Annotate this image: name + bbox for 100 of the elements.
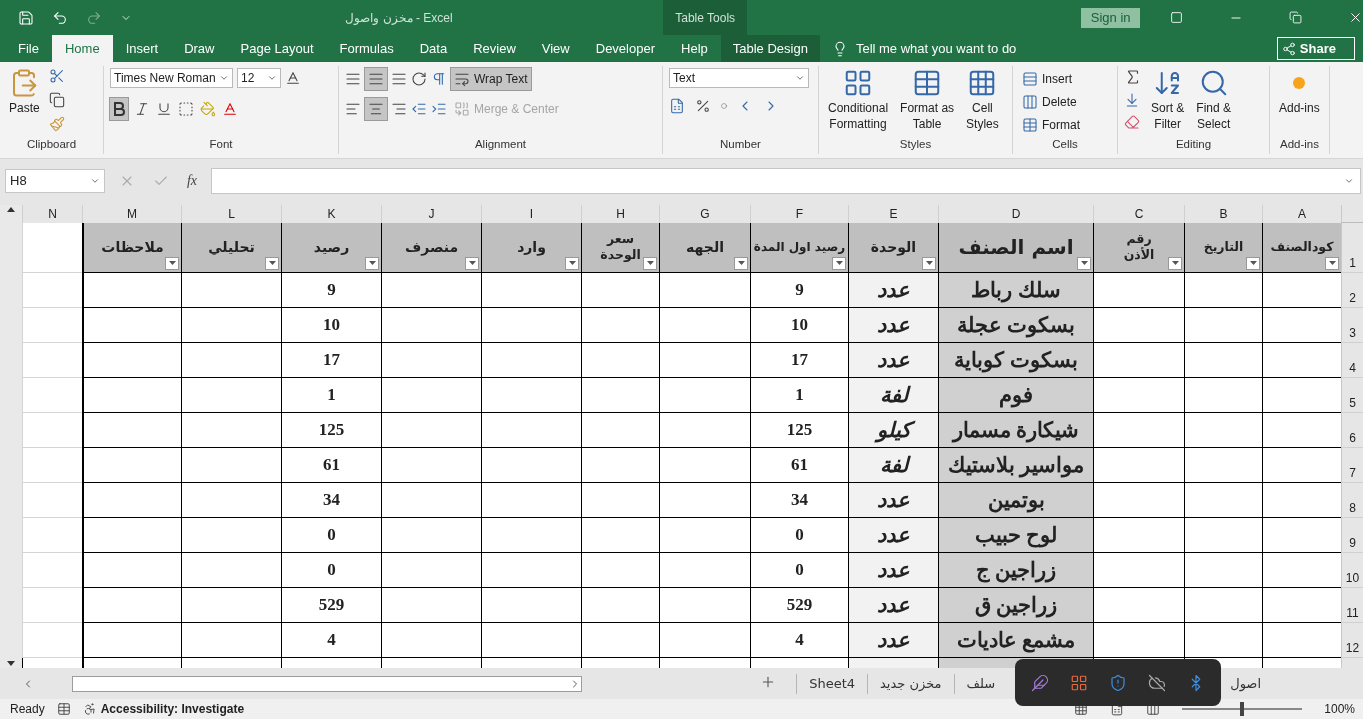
increase-indent-icon[interactable] [431,101,447,117]
row-header[interactable]: 12 [1341,622,1363,658]
column-header[interactable]: J [381,204,481,223]
cut-icon[interactable] [48,68,65,84]
filter-button[interactable] [265,256,279,270]
fill-icon[interactable] [1124,92,1140,108]
ribbon-tab[interactable]: Developer [582,35,668,62]
column-header[interactable]: I [481,204,581,223]
center-button[interactable] [365,98,387,120]
row-header[interactable]: 2 [1341,272,1363,308]
column-header[interactable]: E [848,204,938,223]
filter-button[interactable] [565,256,579,270]
zoom-thumb[interactable] [1240,702,1245,716]
row-header[interactable]: 10 [1341,552,1363,588]
filter-button[interactable] [165,256,179,270]
sheet-tab[interactable]: Sheet4 [796,673,867,694]
filter-button[interactable] [465,256,479,270]
filter-button[interactable] [643,256,657,270]
sign-in-button[interactable]: Sign in [1081,7,1140,28]
text-direction-icon[interactable] [431,71,447,87]
sheet-tab[interactable]: مخزن جديد [867,673,954,694]
column-header[interactable]: D [938,204,1093,223]
ribbon-tab[interactable]: Page Layout [227,35,327,62]
styles-button[interactable]: Conditional Formatting [825,68,892,132]
filter-button[interactable] [832,256,846,270]
row-header[interactable]: 5 [1341,377,1363,413]
accessibility-status[interactable]: Accessibility: Investigate [100,702,245,716]
ribbon-tab[interactable]: Data [406,35,461,62]
filter-button[interactable] [734,256,748,270]
copy-icon[interactable] [48,92,65,108]
ribbon-tab[interactable]: Help [668,35,721,62]
editing-button[interactable]: Find & Select [1193,68,1235,132]
row-header[interactable]: 6 [1341,412,1363,448]
zoom-level[interactable]: 100% [1324,702,1355,716]
column-header[interactable]: G [659,204,750,223]
save-icon[interactable] [18,9,34,26]
middle-align-button[interactable] [365,68,387,90]
font-size-field[interactable]: 12 [237,68,281,88]
share-button[interactable]: Share [1276,37,1355,60]
ribbon-tab[interactable]: Table Design [720,35,820,62]
top-align-icon[interactable] [345,71,361,87]
column-header[interactable]: N [22,204,82,223]
eraser-icon[interactable] [1124,114,1140,130]
column-header[interactable]: B [1184,204,1262,223]
ribbon-display-icon[interactable] [1170,11,1183,24]
horizontal-scrollbar[interactable] [72,675,582,692]
underline-icon[interactable] [156,101,172,117]
number-format-field[interactable]: Text [669,68,809,88]
filter-button[interactable] [1246,256,1260,270]
tell-me-field[interactable]: Tell me what you want to do [831,35,1017,62]
styles-button[interactable]: Format as Table [897,68,958,132]
ribbon-tab[interactable]: Review [460,35,529,62]
decrease-indent-icon[interactable] [411,101,427,117]
column-header[interactable]: A [1262,204,1341,223]
editing-button[interactable]: Sort & Filter [1148,68,1188,132]
cells-button[interactable]: Delete [1019,91,1080,113]
percent-icon[interactable] [695,98,711,114]
formula-field[interactable] [211,167,1361,194]
row-header[interactable]: 3 [1341,307,1363,343]
column-header[interactable]: K [281,204,381,223]
filter-button[interactable] [1325,256,1339,270]
ribbon-tab[interactable]: Insert [112,35,172,62]
file-tab[interactable]: File [5,35,52,62]
insert-function-button[interactable]: fx [186,172,198,189]
name-box[interactable]: H8 [5,168,105,193]
column-header[interactable]: L [181,204,281,223]
column-header[interactable]: H [581,204,659,223]
fill-color-icon[interactable] [200,101,216,117]
row-header[interactable]: 7 [1341,447,1363,483]
font-color-icon[interactable] [222,101,238,117]
align-right-icon[interactable] [391,101,407,117]
row-header[interactable]: 1 [1341,222,1363,273]
cells-button[interactable]: Format [1019,114,1083,136]
row-header[interactable]: 4 [1341,342,1363,378]
orientation-icon[interactable] [411,71,427,87]
ribbon-tab[interactable]: Draw [171,35,228,62]
column-header[interactable]: M [82,204,181,223]
cells-button[interactable]: Insert [1019,68,1075,90]
grow-font-icon[interactable] [285,70,301,86]
column-header[interactable]: F [750,204,848,223]
bottom-align-icon[interactable] [391,71,407,87]
ribbon-tab[interactable]: Home [51,35,113,62]
wrap-text-button[interactable]: Wrap Text [451,68,531,90]
sheet-tab[interactable]: سلف [953,673,1008,694]
ribbon-tab[interactable]: View [528,35,583,62]
undo-icon[interactable] [52,9,68,26]
ribbon-tab[interactable]: Formulas [326,35,407,62]
italic-icon[interactable] [134,101,150,117]
cloud-off-icon[interactable] [1147,673,1166,692]
restore-icon[interactable] [1289,11,1302,24]
column-header[interactable]: C [1093,204,1184,223]
app-icon[interactable] [1070,673,1089,692]
add-ins-button[interactable]: Add-ins [1276,68,1323,116]
filter-button[interactable] [1168,256,1182,270]
feather-icon[interactable] [1031,673,1050,692]
filter-button[interactable] [922,256,936,270]
paste-button[interactable]: Paste [6,68,43,116]
align-left-icon[interactable] [345,101,361,117]
filter-button[interactable] [365,256,379,270]
font-name-field[interactable]: Times New Roman [110,68,233,88]
